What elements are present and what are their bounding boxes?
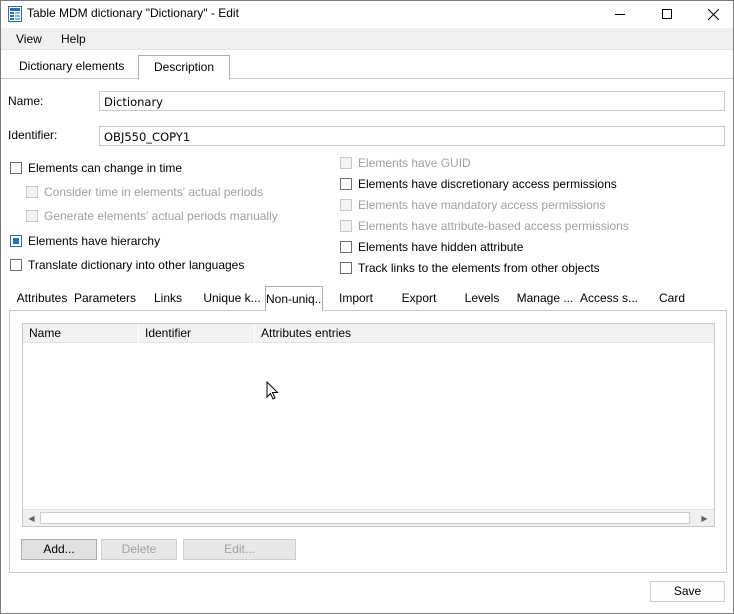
non-unique-keys-grid[interactable]: Name Identifier Attributes entries ◀ ▶ [22, 323, 715, 527]
dictionary-edit-window: Table MDM dictionary "Dictionary" - Edit… [0, 0, 734, 614]
option-hierarchy[interactable]: Elements have hierarchy [10, 234, 160, 248]
checkbox[interactable] [10, 259, 22, 271]
table-dictionary-icon [8, 6, 22, 22]
option-label: Consider time in elements' actual period… [44, 185, 264, 199]
option-label: Translate dictionary into other language… [28, 258, 245, 272]
menu-help[interactable]: Help [61, 32, 86, 46]
tab-non-unique-keys[interactable]: Non-uniq... [265, 286, 323, 311]
scroll-left-icon[interactable]: ◀ [23, 510, 40, 526]
add-button[interactable]: Add... [21, 539, 97, 560]
option-discretionary-access[interactable]: Elements have discretionary access permi… [340, 177, 617, 191]
minimize-button[interactable] [597, 1, 643, 27]
tab-access[interactable]: Access s... [577, 286, 641, 310]
close-button[interactable] [690, 1, 734, 27]
tab-description[interactable]: Description [138, 55, 230, 80]
save-button[interactable]: Save [650, 581, 725, 602]
checkbox[interactable] [26, 210, 38, 222]
title-bar: Table MDM dictionary "Dictionary" - Edit [1, 1, 733, 27]
option-guid[interactable]: Elements have GUID [340, 156, 471, 170]
tab-manage[interactable]: Manage ... [514, 286, 576, 310]
checkbox[interactable] [340, 241, 352, 253]
maximize-icon [662, 9, 672, 19]
window-title: Table MDM dictionary "Dictionary" - Edit [27, 6, 239, 20]
option-label: Elements have discretionary access permi… [358, 177, 617, 191]
column-header-attributes-entries[interactable]: Attributes entries [255, 324, 714, 343]
identifier-input[interactable]: OBJ550_COPY1 [99, 126, 725, 146]
checkbox[interactable] [340, 220, 352, 232]
checkbox[interactable] [10, 162, 22, 174]
option-label: Elements have attribute-based access per… [358, 219, 629, 233]
checkbox[interactable] [340, 262, 352, 274]
name-input[interactable]: Dictionary [99, 91, 725, 111]
checkbox[interactable] [26, 186, 38, 198]
option-translate[interactable]: Translate dictionary into other language… [10, 258, 244, 272]
tab-divider [1, 78, 733, 79]
scroll-right-icon[interactable]: ▶ [696, 510, 713, 526]
edit-button[interactable]: Edit... [183, 539, 296, 560]
option-label: Elements have mandatory access permissio… [358, 198, 606, 212]
option-hidden-attribute[interactable]: Elements have hidden attribute [340, 240, 523, 254]
menu-bar: View Help [1, 28, 733, 50]
option-label: Track links to the elements from other o… [358, 261, 600, 275]
option-label: Elements have GUID [358, 156, 471, 170]
tab-parameters[interactable]: Parameters [73, 286, 137, 310]
menu-view[interactable]: View [16, 32, 42, 46]
scroll-thumb[interactable] [40, 512, 690, 524]
option-change-in-time[interactable]: Elements can change in time [10, 161, 182, 175]
inner-tabs: Attributes Parameters Links Unique k... … [9, 286, 727, 311]
minimize-icon [615, 14, 625, 15]
horizontal-scrollbar[interactable]: ◀ ▶ [23, 509, 714, 526]
checkbox-checked[interactable] [10, 235, 22, 247]
name-label: Name: [8, 94, 44, 108]
mouse-cursor-icon [266, 381, 279, 400]
column-header-identifier[interactable]: Identifier [139, 324, 255, 343]
grid-header: Name Identifier Attributes entries [23, 324, 714, 343]
option-label: Elements have hierarchy [28, 234, 161, 248]
option-label: Generate elements' actual periods manual… [44, 209, 278, 223]
tab-card[interactable]: Card [649, 286, 695, 310]
option-mandatory-access[interactable]: Elements have mandatory access permissio… [340, 198, 605, 212]
delete-button[interactable]: Delete [101, 539, 177, 560]
checkbox[interactable] [340, 178, 352, 190]
tab-attributes[interactable]: Attributes [9, 286, 75, 310]
option-track-links[interactable]: Track links to the elements from other o… [340, 261, 600, 275]
main-tabs: Dictionary elements Description [1, 55, 733, 80]
option-consider-time[interactable]: Consider time in elements' actual period… [26, 185, 263, 199]
checkbox[interactable] [340, 199, 352, 211]
option-generate-periods[interactable]: Generate elements' actual periods manual… [26, 209, 278, 223]
close-icon [707, 8, 719, 20]
option-label: Elements have hidden attribute [358, 240, 524, 254]
tab-import[interactable]: Import [331, 286, 381, 310]
checkbox[interactable] [340, 157, 352, 169]
tab-unique-keys[interactable]: Unique k... [200, 286, 264, 310]
option-label: Elements can change in time [28, 161, 183, 175]
identifier-label: Identifier: [8, 128, 58, 142]
tab-export[interactable]: Export [394, 286, 444, 310]
maximize-button[interactable] [644, 1, 690, 27]
tab-links[interactable]: Links [145, 286, 191, 310]
tab-dictionary-elements[interactable]: Dictionary elements [9, 55, 134, 79]
tab-levels[interactable]: Levels [457, 286, 507, 310]
option-attribute-access[interactable]: Elements have attribute-based access per… [340, 219, 629, 233]
column-header-name[interactable]: Name [23, 324, 139, 343]
